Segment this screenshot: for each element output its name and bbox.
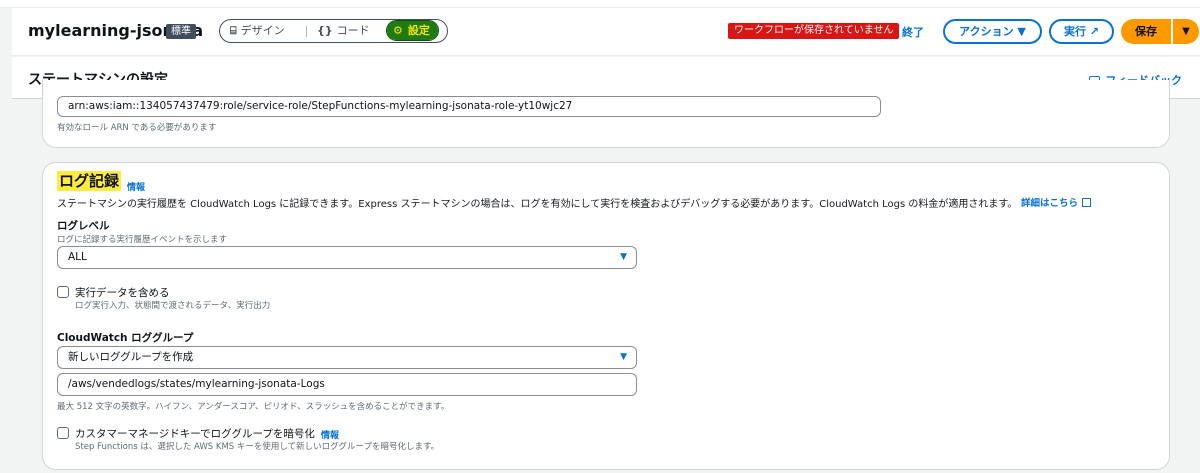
encrypt-label: カスタマーマネージドキーでロググループを暗号化 [75,428,315,440]
save-dropdown-button[interactable]: ▼ [1173,19,1199,44]
learn-more-link[interactable]: 詳細はこちら [1021,195,1092,209]
encrypt-hint: Step Functions は、選択した AWS KMS キーを使用して新しい… [75,442,440,452]
role-arn-input[interactable]: arn:aws:iam::134057437479:role/service-r… [57,96,881,117]
tab-design-label: デザイン [240,24,285,37]
diagram-icon: ⌸ [230,24,237,37]
gear-icon: ⚙ [393,24,403,37]
log-level-hint: ログに記録する実行履歴イベントを示します [57,235,228,245]
tab-code[interactable]: {} コード [317,20,370,41]
log-group-label: CloudWatch ロググループ [57,332,194,344]
caret-down-icon: ▼ [620,252,627,262]
run-button[interactable]: 実行 ↗ [1049,19,1114,44]
include-data-hint: ログ実行入力、状態間で渡されるデータ、実行出力 [75,301,271,311]
code-icon: {} [317,24,333,37]
external-link-icon [1082,198,1092,207]
unsaved-warning-badge: ワークフローが保存されていません [728,23,900,39]
learn-more-label: 詳細はこちら [1021,198,1079,209]
include-data-checkbox[interactable] [57,286,69,298]
include-data-label: 実行データを含める [75,287,170,299]
tab-settings[interactable]: ⚙ 設定 [386,20,439,41]
log-group-select[interactable]: 新しいロググループを作成 ▼ [57,346,637,369]
tab-design[interactable]: ⌸ デザイン [230,20,285,41]
logging-info-link[interactable]: 情報 [127,180,145,193]
exit-link[interactable]: 終了 [902,24,924,40]
encrypt-checkbox[interactable] [57,427,69,439]
log-level-value: ALL [68,251,87,263]
log-level-label: ログレベル [57,220,110,232]
logging-title: ログ記録 [57,171,122,191]
log-group-select-value: 新しいロググループを作成 [68,351,194,363]
tab-settings-label: 設定 [407,24,430,37]
save-button[interactable]: 保存 [1121,19,1171,44]
actions-button[interactable]: アクション ▼ [943,19,1042,44]
tab-code-label: コード [336,24,370,37]
log-level-select[interactable]: ALL ▼ [57,246,637,269]
log-group-name-hint: 最大 512 文字の英数字。ハイフン、アンダースコア、ピリオド、スラッシュを含め… [57,402,450,412]
top-bar: mylearning-jsonata 標準 ⌸ デザイン {} コード ⚙ 設定 ワー… [12,8,1200,56]
segment-divider [306,26,307,37]
logging-description: ステートマシンの実行履歴を CloudWatch Logs に記録できます。Ex… [57,199,1018,210]
top-strip [0,0,1200,8]
mode-segmented-control: ⌸ デザイン {} コード ⚙ 設定 [219,19,448,43]
log-group-name-input[interactable]: /aws/vendedlogs/states/mylearning-jsonat… [57,373,637,396]
standard-badge: 標準 [166,24,196,39]
role-arn-hint: 有効なロール ARN である必要があります [57,123,217,133]
caret-down-icon: ▼ [620,352,627,362]
